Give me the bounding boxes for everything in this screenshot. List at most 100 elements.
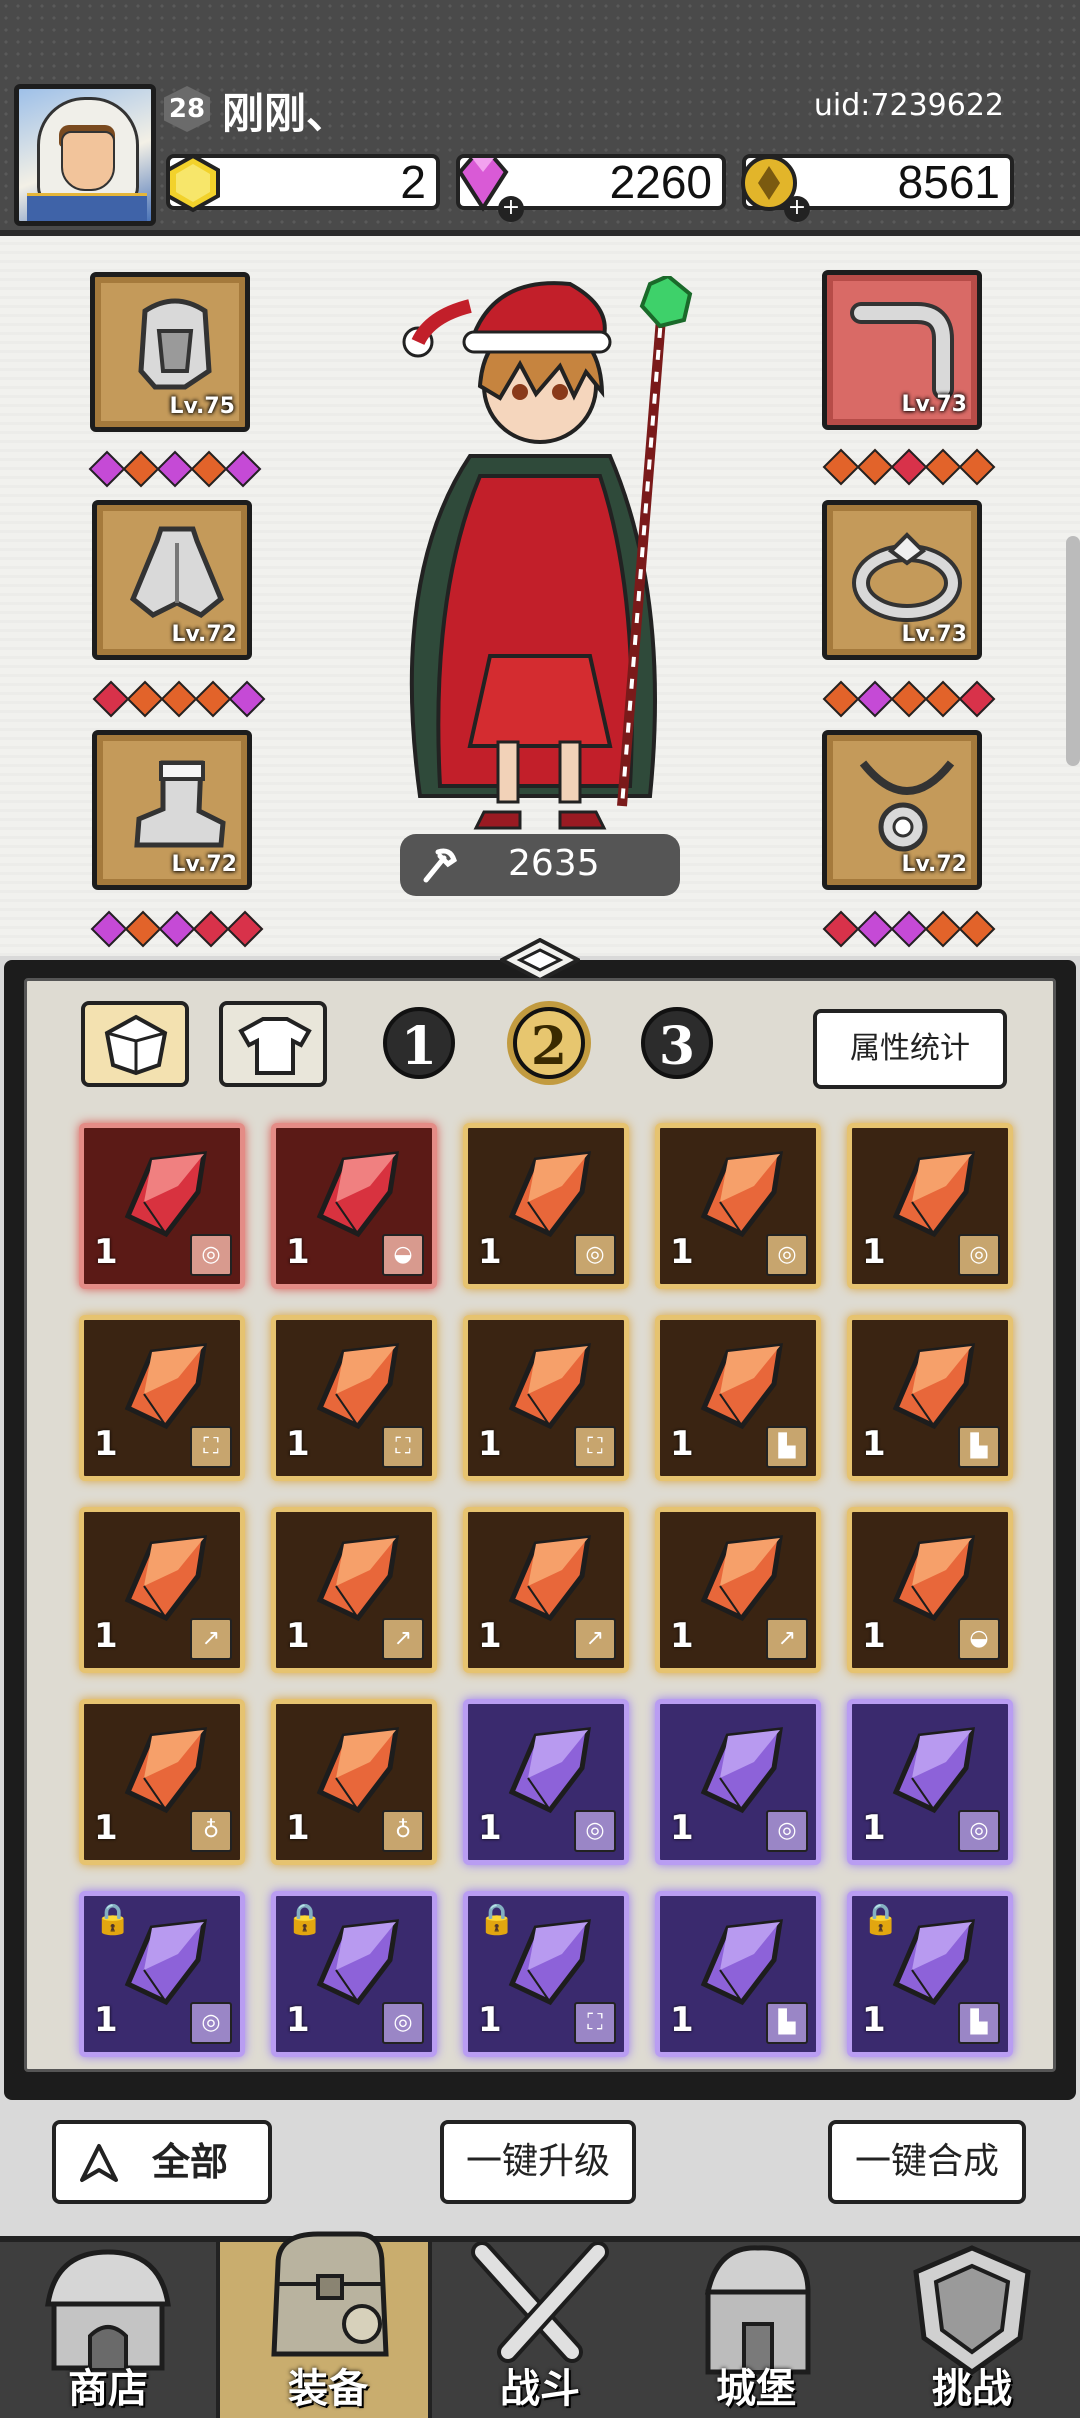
equip-slot-ring[interactable]: Lv.73: [822, 500, 982, 660]
lock-icon: 🔒: [862, 1902, 900, 1937]
socket: [192, 910, 230, 948]
gem-cell[interactable]: 🔒 1 ◎: [79, 1891, 245, 2057]
gem-cell[interactable]: 1 ◎: [79, 1123, 245, 1289]
orange-gem-icon: [508, 1151, 591, 1238]
nav-equipment[interactable]: 装备: [216, 2231, 432, 2418]
orange-gem-icon: [892, 1343, 975, 1430]
socket: [958, 910, 996, 948]
gem-cell[interactable]: 1 ↗: [655, 1507, 821, 1673]
gem-cell[interactable]: 1 ▙: [655, 1315, 821, 1481]
ring-gem-sockets: [822, 680, 996, 718]
socket: [224, 450, 262, 488]
gem-cell[interactable]: 1 ◒: [271, 1123, 437, 1289]
socket: [226, 910, 264, 948]
gem-count: 1: [94, 1232, 118, 1272]
socket: [856, 680, 894, 718]
equip-slot-weapon[interactable]: Lv.73: [822, 270, 982, 430]
orange-gem-icon: [700, 1343, 783, 1430]
necklace-icon: [859, 760, 955, 852]
socket: [156, 450, 194, 488]
hero-character[interactable]: [360, 276, 720, 836]
gem-cell[interactable]: 1 ◎: [847, 1699, 1013, 1865]
gem-cell[interactable]: 🔒 1 ◎: [271, 1891, 437, 2057]
gems-value: 2260: [609, 156, 712, 208]
add-gems-icon[interactable]: +: [498, 196, 524, 222]
weapon-slot-icon: ↗: [382, 1618, 424, 1660]
ring-slot-icon: ◎: [958, 1810, 1000, 1852]
gem-cell[interactable]: 1 ◒: [847, 1507, 1013, 1673]
nav-shop[interactable]: 商店: [0, 2242, 216, 2418]
tab-gems[interactable]: [81, 1001, 189, 1087]
equip-slot-helmet[interactable]: Lv.75: [90, 272, 250, 432]
gems-counter[interactable]: + 2260: [456, 154, 726, 222]
panel-ornament-icon: [500, 938, 580, 982]
ring-slot-icon: ◎: [766, 1810, 808, 1852]
gem-cell[interactable]: 🔒 1 ⛶: [463, 1891, 629, 2057]
filter-all-button[interactable]: 全部: [52, 2120, 272, 2204]
socket: [890, 680, 928, 718]
gem-cell[interactable]: 1 ⛶: [463, 1315, 629, 1481]
gem-cell[interactable]: 1 ⛶: [271, 1315, 437, 1481]
bottom-nav: 商店 装备 战斗 城堡 挑战: [0, 2231, 1080, 2418]
player-name: 刚刚、: [222, 89, 349, 138]
combat-power-value: 2635: [508, 843, 600, 884]
gem-cell[interactable]: 1 ◎: [847, 1123, 1013, 1289]
tab-page-3[interactable]: 3: [641, 1007, 713, 1079]
equip-slot-armor[interactable]: Lv.72: [92, 500, 252, 660]
boots-slot-icon: ▙: [958, 2002, 1000, 2044]
gem-count: 1: [286, 2000, 310, 2040]
nav-challenge[interactable]: 挑战: [864, 2242, 1080, 2418]
socket: [890, 448, 928, 486]
gem-cell[interactable]: 1 ◎: [463, 1123, 629, 1289]
gem-cell[interactable]: 1 ♁: [79, 1699, 245, 1865]
attribute-stats-button[interactable]: 属性统计: [813, 1009, 1007, 1089]
nav-battle-label: 战斗: [500, 2366, 580, 2412]
socket: [924, 448, 962, 486]
socket: [190, 450, 228, 488]
gem-cell[interactable]: 1 ◎: [655, 1123, 821, 1289]
socket: [924, 680, 962, 718]
coins-counter[interactable]: + 8561: [741, 154, 1014, 222]
equip-level: Lv.72: [171, 622, 237, 647]
gem-tab-icon: [104, 1014, 168, 1076]
socket: [822, 448, 860, 486]
tab-page-2[interactable]: 2: [513, 1007, 585, 1079]
equip-level: Lv.73: [901, 622, 967, 647]
gem-cell[interactable]: 1 ↗: [271, 1507, 437, 1673]
tab-page-1[interactable]: 1: [383, 1007, 455, 1079]
side-scroll-handle[interactable]: [1066, 536, 1080, 766]
gem-count: 1: [286, 1616, 310, 1656]
weapon-slot-icon: ↗: [574, 1618, 616, 1660]
socket: [122, 450, 160, 488]
merge-all-button[interactable]: 一键合成: [828, 2120, 1026, 2204]
gem-cell[interactable]: 1 ♁: [271, 1699, 437, 1865]
armor-slot-icon: ⛶: [574, 1426, 616, 1468]
upgrade-all-button[interactable]: 一键升级: [440, 2120, 636, 2204]
gem-cell[interactable]: 1 ◎: [655, 1699, 821, 1865]
equip-slot-boots[interactable]: Lv.72: [92, 730, 252, 890]
tab-outfit[interactable]: [219, 1001, 327, 1087]
gem-cell[interactable]: 1 ▙: [847, 1315, 1013, 1481]
avatar-face: [61, 131, 115, 191]
equip-level: Lv.75: [169, 394, 235, 419]
socket: [856, 910, 894, 948]
energy-counter[interactable]: 2: [166, 153, 440, 213]
orange-gem-icon: [124, 1535, 207, 1622]
gem-cell[interactable]: 1 ▙: [655, 1891, 821, 2057]
necklace-slot-icon: ♁: [190, 1810, 232, 1852]
ring-slot-icon: ◎: [190, 1234, 232, 1276]
gem-count: 1: [286, 1232, 310, 1272]
gem-cell[interactable]: 1 ↗: [463, 1507, 629, 1673]
gem-cell[interactable]: 1 ↗: [79, 1507, 245, 1673]
gem-count: 1: [286, 1808, 310, 1848]
player-avatar[interactable]: [14, 84, 156, 226]
socket: [160, 680, 198, 718]
gem-cell[interactable]: 1 ◎: [463, 1699, 629, 1865]
add-coins-icon[interactable]: +: [784, 196, 810, 222]
equip-slot-necklace[interactable]: Lv.72: [822, 730, 982, 890]
energy-crystal-icon: [166, 153, 220, 213]
gem-cell[interactable]: 1 ⛶: [79, 1315, 245, 1481]
gem-cell[interactable]: 🔒 1 ▙: [847, 1891, 1013, 2057]
nav-battle[interactable]: 战斗: [432, 2242, 648, 2418]
nav-castle[interactable]: 城堡: [648, 2242, 864, 2418]
